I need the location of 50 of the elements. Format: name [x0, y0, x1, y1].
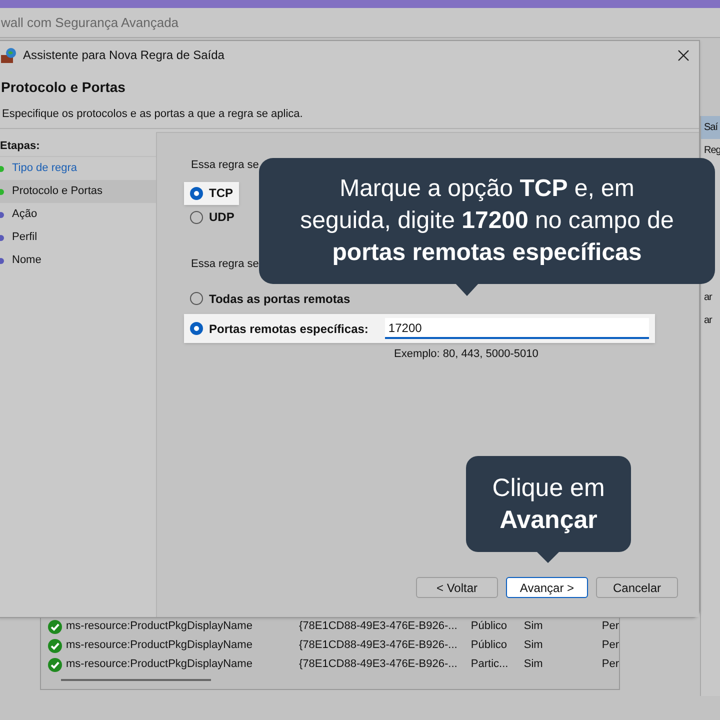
- action-item[interactable]: ar: [701, 286, 720, 309]
- table-cell-text: Per: [602, 657, 620, 672]
- table-cell-text: {78E1CD88-49E3-476E-B926-...: [298, 657, 458, 672]
- step-item[interactable]: Tipo de regra: [0, 157, 156, 180]
- dialog-button[interactable]: Cancelar: [596, 577, 678, 598]
- port-input-field[interactable]: 17200: [385, 318, 649, 339]
- step-item[interactable]: Protocolo e Portas: [0, 180, 156, 203]
- window-title: wall com Segurança Avançada: [1, 14, 179, 32]
- table-cell-text: Sim: [524, 657, 544, 672]
- table-cell-text: Público: [470, 619, 508, 634]
- check-icon: [48, 658, 62, 672]
- dialog-title: Assistente para Nova Regra de Saída: [23, 47, 224, 64]
- page-heading: Protocolo e Portas: [1, 78, 126, 97]
- table-cell-text: Partic...: [470, 657, 510, 672]
- table-cell-text: ms-resource:ProductPkgDisplayName: [66, 657, 254, 672]
- step-item[interactable]: Perfil: [0, 226, 156, 249]
- port-example: Exemplo: 80, 443, 5000-5010: [394, 347, 540, 362]
- table-cell-text: Sim: [524, 638, 544, 654]
- radio-button[interactable]: [190, 292, 203, 305]
- radio-button[interactable]: [190, 210, 203, 224]
- dialog-button[interactable]: Avançar >: [506, 577, 588, 598]
- close-icon[interactable]: [678, 50, 689, 60]
- protocol-option[interactable]: UDP: [184, 206, 240, 228]
- table-cell-text: ms-resource:ProductPkgDisplayName: [66, 619, 254, 634]
- check-icon: [48, 620, 62, 634]
- action-item[interactable]: ar: [701, 309, 720, 332]
- step-item[interactable]: Nome: [0, 249, 156, 272]
- step-item[interactable]: Ação: [0, 203, 156, 226]
- port-option[interactable]: Todas as portas remotas: [184, 284, 356, 313]
- ports-question: Essa regra se: [191, 256, 260, 272]
- callout-text: Marque a opção TCP e, em seguida, digite 17200 no campo de portas remotas específicas: [299, 174, 675, 268]
- table-cell-text: {78E1CD88-49E3-476E-B926-...: [298, 619, 458, 634]
- table-cell-text: Per: [602, 638, 620, 654]
- port-option[interactable]: Portas remotas específicas: 17200: [184, 314, 655, 343]
- radio-button[interactable]: [190, 186, 203, 200]
- table-cell-text: Per: [602, 619, 620, 634]
- table-cell-text: ms-resource:ProductPkgDisplayName: [66, 638, 254, 654]
- protocol-question: Essa regra se: [191, 158, 260, 173]
- dialog-button[interactable]: < Voltar: [416, 577, 498, 598]
- callout-text: Clique em Avançar: [491, 473, 606, 536]
- table-cell-text: Sim: [524, 619, 544, 634]
- table-cell-text: Público: [470, 638, 508, 654]
- table-cell-text: {78E1CD88-49E3-476E-B926-...: [298, 638, 458, 654]
- firewall-icon: [1, 47, 17, 63]
- protocol-option[interactable]: TCP: [184, 182, 239, 204]
- action-item[interactable]: Reg: [701, 139, 720, 162]
- radio-button[interactable]: [190, 322, 203, 335]
- check-icon: [48, 638, 62, 652]
- page-subtitle: Especifique os protocolos e as portas a que a regra se aplica.: [2, 107, 304, 122]
- action-item[interactable]: Saí: [701, 116, 720, 139]
